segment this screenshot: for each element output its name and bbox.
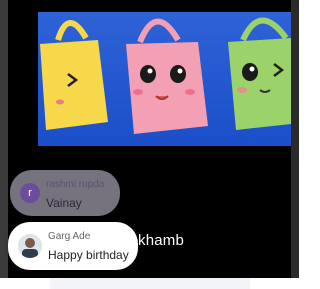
- left-edge-strip: [0, 0, 8, 278]
- chat-message[interactable]: Garg Ade Happy birthday: [8, 222, 138, 270]
- message-text: Vainay: [46, 196, 82, 210]
- video-caption: khamb: [138, 232, 185, 249]
- message-author: Garg Ade: [48, 231, 91, 242]
- bottom-bar: [0, 278, 299, 289]
- paper-bags-illustration: [40, 17, 291, 134]
- message-author: rashmi rupda: [46, 179, 105, 190]
- video-thumbnail: [38, 12, 291, 146]
- avatar: [18, 234, 42, 258]
- message-text: Happy birthday: [48, 248, 129, 262]
- right-edge-strip: [291, 0, 299, 278]
- bottom-bar-shade: [50, 278, 250, 289]
- user-photo-icon: [18, 234, 42, 258]
- avatar: r: [20, 183, 40, 203]
- chat-message[interactable]: r rashmi rupda Vainay: [10, 170, 120, 216]
